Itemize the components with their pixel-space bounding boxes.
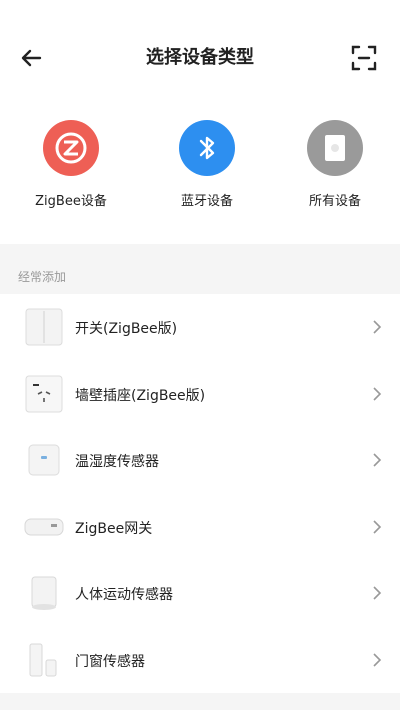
list-item-motion-sensor[interactable]: 人体运动传感器 xyxy=(0,560,400,627)
list-item-socket[interactable]: 墙壁插座(ZigBee版) xyxy=(0,360,400,427)
device-name: 门窗传感器 xyxy=(75,653,145,670)
socket-thumbnail xyxy=(25,375,63,412)
category-label: 所有设备 xyxy=(308,194,361,209)
sensor-thumbnail xyxy=(28,444,60,476)
scan-icon[interactable] xyxy=(350,44,378,72)
motion-sensor-thumbnail xyxy=(31,576,57,610)
device-name: 温湿度传感器 xyxy=(75,454,159,470)
chevron-right-icon xyxy=(373,453,382,467)
device-name: 开关(ZigBee版) xyxy=(75,321,178,337)
switch-thumbnail xyxy=(25,308,63,346)
top-bar: 选择设备类型 xyxy=(0,0,400,112)
device-name: 墙壁插座(ZigBee版) xyxy=(75,387,206,404)
all-devices-icon xyxy=(307,120,363,176)
page-title: 选择设备类型 xyxy=(146,47,254,68)
chevron-right-icon xyxy=(373,320,382,334)
category-all-devices[interactable]: 所有设备 xyxy=(280,120,390,209)
bluetooth-icon xyxy=(179,120,235,176)
category-label: ZigBee设备 xyxy=(35,194,107,209)
zigbee-icon xyxy=(43,120,99,176)
section-title: 经常添加 xyxy=(18,270,67,284)
device-name: 人体运动传感器 xyxy=(75,587,173,603)
device-list: 开关(ZigBee版) 墙壁插座(ZigBee版) 温湿度传感器 ZigBee网… xyxy=(0,294,400,693)
device-name: ZigBee网关 xyxy=(75,520,153,537)
chevron-right-icon xyxy=(373,586,382,600)
chevron-right-icon xyxy=(373,652,382,667)
list-item-gateway[interactable]: ZigBee网关 xyxy=(0,493,400,560)
gateway-thumbnail xyxy=(24,518,64,535)
chevron-right-icon xyxy=(373,386,382,401)
list-item-switch[interactable]: 开关(ZigBee版) xyxy=(0,294,400,361)
category-label: 蓝牙设备 xyxy=(180,194,233,209)
door-sensor-thumbnail xyxy=(29,643,57,676)
chevron-right-icon xyxy=(373,519,382,534)
list-item-door-window-sensor[interactable]: 门窗传感器 xyxy=(0,626,400,693)
category-row: ZigBee设备 蓝牙设备 所有设备 xyxy=(0,120,400,220)
category-zigbee[interactable]: ZigBee设备 xyxy=(16,120,126,209)
list-item-temp-humidity-sensor[interactable]: 温湿度传感器 xyxy=(0,427,400,494)
category-bluetooth[interactable]: 蓝牙设备 xyxy=(152,120,262,209)
